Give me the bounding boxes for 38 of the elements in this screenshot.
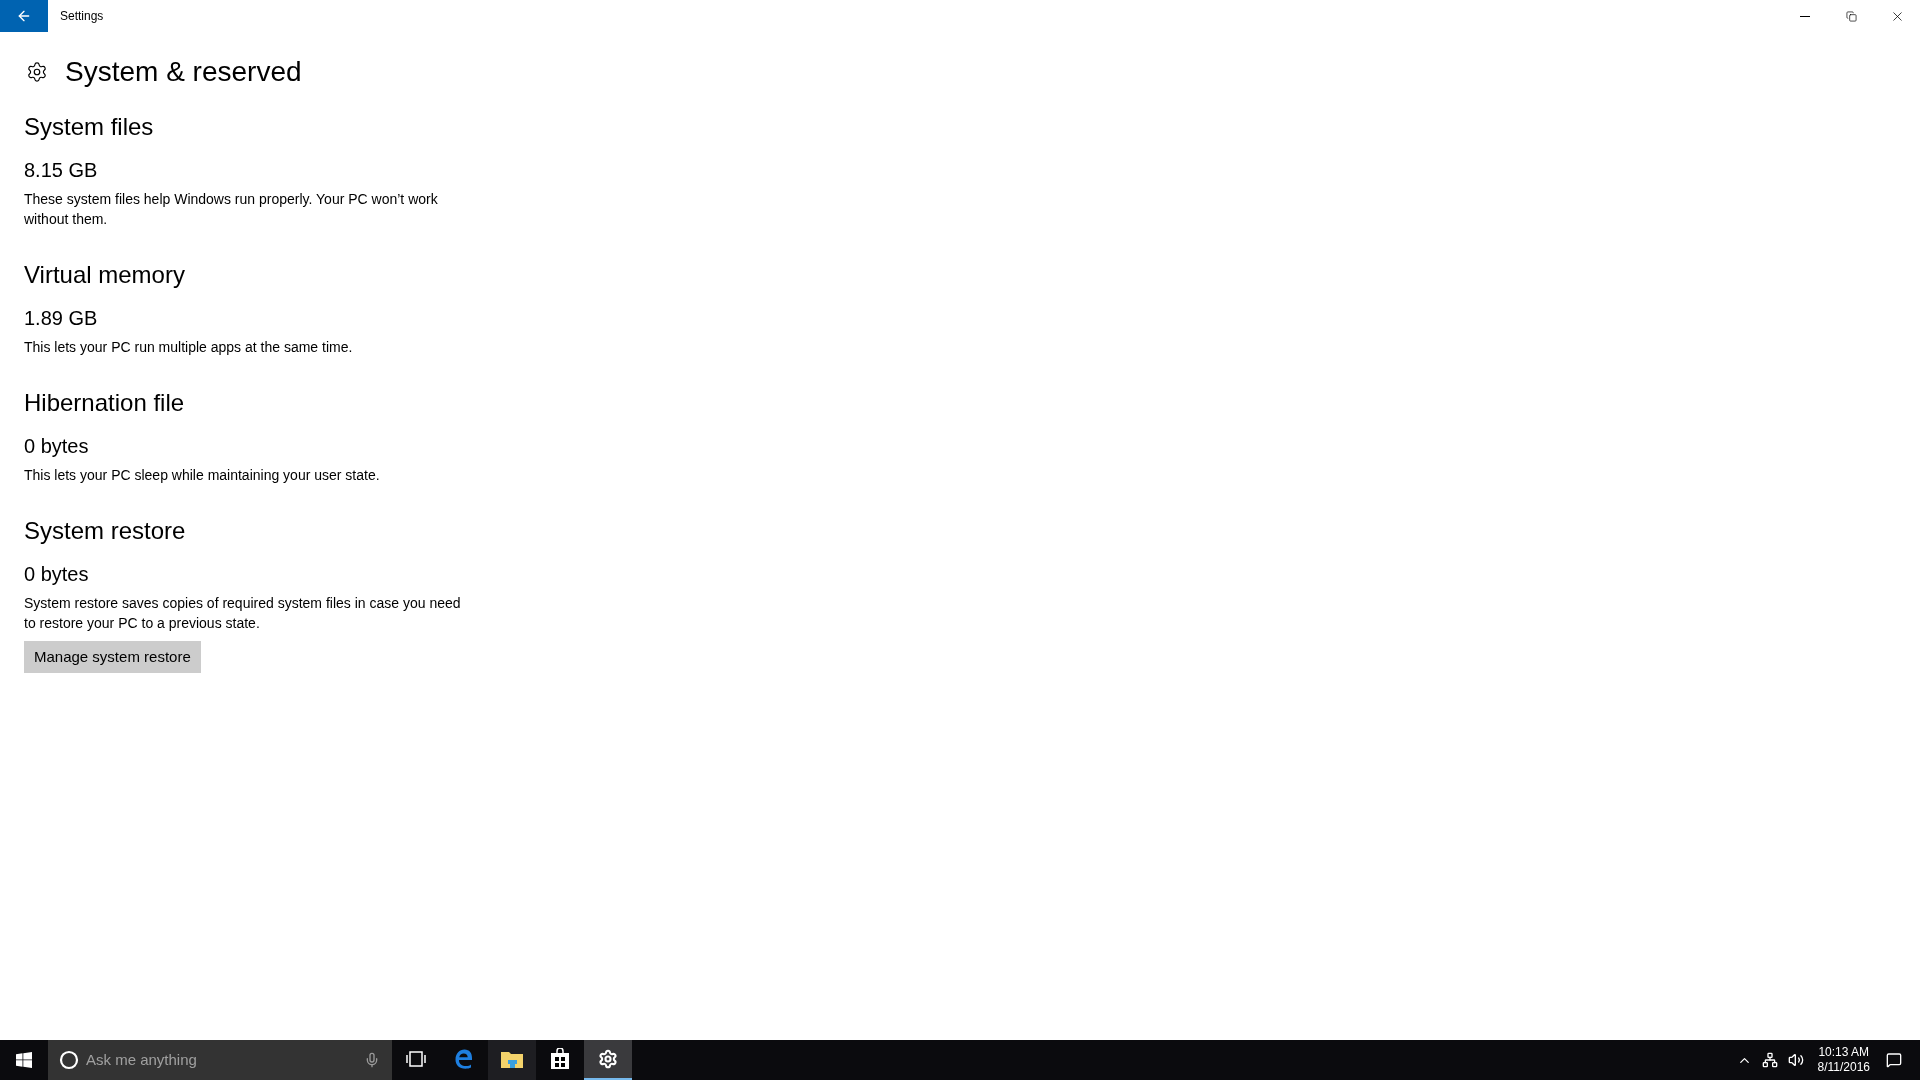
restore-icon <box>1845 10 1857 22</box>
size-value: 0 bytes <box>24 562 90 587</box>
section-description: These system files help Windows run properly. Your PC won’t work without them. <box>24 190 439 229</box>
back-button[interactable] <box>0 0 48 32</box>
settings-gear-icon <box>26 61 48 83</box>
network-icon[interactable] <box>1761 1052 1778 1068</box>
folder-icon <box>500 1049 524 1069</box>
taskbar-app-button[interactable] <box>584 1040 632 1080</box>
microphone-icon <box>364 1052 380 1068</box>
section-description: System restore saves copies of required system files in case you need to restore your PC to a previous state. <box>24 594 462 633</box>
back-arrow-icon <box>16 8 32 24</box>
section-heading: System files <box>24 112 155 142</box>
size-value: 1.89 GB <box>24 306 99 331</box>
settings-icon <box>598 1049 618 1069</box>
section-heading: System restore <box>24 516 187 546</box>
browser-icon <box>453 1048 475 1070</box>
taskbar-app-button[interactable] <box>488 1040 536 1080</box>
store-bag-icon <box>550 1048 570 1070</box>
size-value: 0 bytes <box>24 434 90 459</box>
section-heading: Virtual memory <box>24 260 186 290</box>
manage-system-restore-button[interactable]: Manage system restore <box>24 641 201 673</box>
search-field[interactable]: Ask me anything <box>86 1048 364 1072</box>
windows-logo-icon <box>16 1052 32 1068</box>
page-title: System & reserved <box>65 55 302 89</box>
clock-date: 8/11/2016 <box>1817 1060 1870 1075</box>
volume-icon[interactable] <box>1787 1052 1804 1068</box>
task-view-icon <box>406 1051 426 1067</box>
cortana-circle-icon <box>59 1050 79 1070</box>
section-description: This lets your PC run multiple apps at the same time. <box>24 338 354 357</box>
window-title: Settings <box>60 8 104 25</box>
size-value: 8.15 GB <box>24 158 99 183</box>
section-description: This lets your PC sleep while maintaining your user state. <box>24 466 381 485</box>
notifications-icon[interactable] <box>1886 1052 1902 1068</box>
minimize-icon <box>1800 15 1810 17</box>
search-box[interactable]: Ask me anything <box>48 1040 392 1080</box>
clock[interactable]: 10:13 AM 8/11/2016 <box>1813 1045 1874 1075</box>
section-heading: Hibernation file <box>24 388 186 418</box>
clock-time: 10:13 AM <box>1818 1045 1870 1060</box>
